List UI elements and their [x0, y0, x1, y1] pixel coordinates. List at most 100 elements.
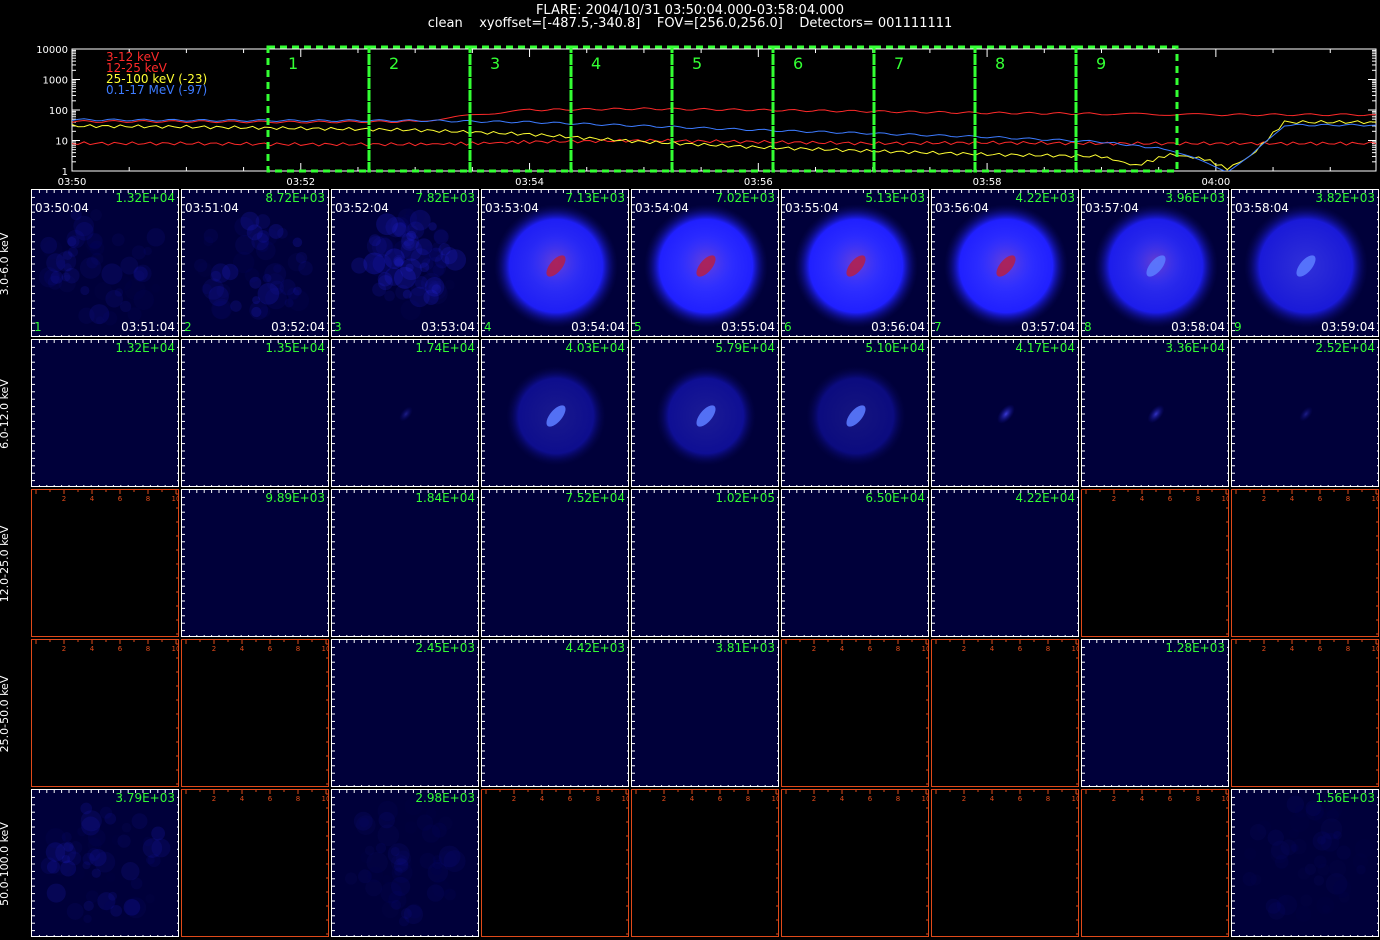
image-canvas	[182, 340, 328, 486]
image-canvas	[632, 640, 778, 786]
inset-tick-label: 10	[772, 795, 779, 803]
inset-tick-label: 2	[1112, 495, 1116, 503]
noise-blob	[110, 904, 123, 917]
image-canvas: 2 4 6 8 10	[485, 790, 628, 935]
noise-blob	[83, 900, 94, 912]
noise-blob	[1322, 905, 1330, 913]
noise-blob	[379, 235, 396, 252]
image-canvas	[1232, 790, 1378, 936]
x-tick-label: 03:58	[973, 177, 1002, 188]
image-interval-number: 3	[334, 320, 342, 334]
image-end-time: 03:51:04	[121, 320, 175, 334]
noise-blob	[1250, 874, 1261, 885]
inset-tick-label: 2	[962, 645, 966, 653]
inset-tick-label: 4	[1140, 495, 1145, 503]
y-tick-label: 1000	[43, 76, 68, 87]
image-cell: 7.02E+03 03:54:04 03:55:04 5	[631, 189, 779, 337]
inset-tick-label: 4	[240, 645, 245, 653]
interval-label: 2	[389, 54, 399, 73]
noise-blob	[147, 853, 161, 868]
image-max-value: 2.98E+03	[415, 791, 475, 805]
noise-blob	[91, 868, 101, 878]
noise-blob	[377, 801, 398, 822]
inset-tick-label: 6	[268, 645, 273, 653]
noise-blob	[426, 884, 445, 902]
interval-box	[670, 45, 775, 173]
image-canvas	[1232, 340, 1378, 486]
source-spot	[1299, 406, 1313, 422]
inset-tick-label: 2	[662, 795, 666, 803]
inset-tick-label: 8	[146, 495, 150, 503]
image-canvas	[182, 490, 328, 636]
inset-tick-label: 6	[268, 795, 273, 803]
row-label: 6.0-12.0 keV	[0, 379, 11, 449]
noise-blob	[82, 861, 91, 870]
noise-blob	[1356, 865, 1366, 875]
image-cell: 2 4 6 8 10	[1231, 489, 1379, 637]
inset-tick-label: 10	[1372, 495, 1379, 503]
noise-blob	[245, 268, 260, 283]
inset-tick-label: 8	[596, 795, 600, 803]
image-cell: 1.84E+04	[331, 489, 479, 637]
inset-tick-label: 8	[1196, 495, 1200, 503]
noise-blob	[79, 257, 102, 279]
noise-blob	[384, 267, 404, 286]
interval-label: 3	[490, 54, 500, 73]
image-cell: 2 4 6 8 10	[1081, 789, 1229, 937]
noise-blob	[67, 236, 77, 247]
inset-tick-label: 4	[90, 495, 95, 503]
noise-blob	[408, 225, 418, 235]
noise-blob	[1336, 845, 1350, 859]
inset-tick-label: 6	[1168, 495, 1173, 503]
image-canvas	[632, 490, 778, 636]
noise-blob	[1296, 906, 1312, 922]
inset-tick-label: 10	[1072, 795, 1079, 803]
noise-blob	[234, 216, 254, 237]
inset-tick-label: 4	[1290, 495, 1295, 503]
inset-tick-label: 10	[172, 645, 179, 653]
noise-blob	[1244, 848, 1256, 860]
inset-tick-label: 10	[1372, 645, 1379, 653]
interval-box	[266, 45, 371, 173]
noise-blob	[293, 286, 302, 296]
noise-blob	[364, 845, 375, 856]
noise-blob	[84, 233, 101, 250]
image-cell: 2 4 6 8 10	[931, 639, 1079, 787]
inset-tick-label: 2	[62, 645, 66, 653]
image-canvas	[1082, 340, 1228, 486]
image-canvas	[32, 340, 178, 486]
noise-blob	[256, 230, 270, 243]
image-max-value: 7.82E+03	[415, 191, 475, 205]
interval-box	[973, 45, 1078, 173]
noise-blob	[146, 228, 166, 247]
interval-label: 9	[1096, 54, 1106, 73]
x-tick-label: 03:52	[286, 177, 315, 188]
image-end-time: 03:58:04	[1171, 320, 1225, 334]
noise-blob	[121, 822, 132, 833]
image-canvas: 2 4 6 8 10	[35, 490, 178, 635]
image-start-time: 03:55:04	[785, 201, 839, 215]
image-cell: 1.02E+05	[631, 489, 779, 637]
noise-blob	[423, 246, 437, 260]
noise-blob	[46, 883, 66, 903]
noise-blob	[120, 300, 132, 313]
image-canvas: 2 4 6 8 10	[785, 640, 928, 785]
noise-blob	[88, 829, 106, 847]
source-spot	[997, 404, 1015, 424]
image-cell: 4.03E+04	[481, 339, 629, 487]
image-cell: 1.28E+03	[1081, 639, 1229, 787]
image-canvas	[482, 640, 628, 786]
interval-box	[367, 45, 472, 173]
noise-blob	[61, 832, 72, 843]
image-interval-number: 1	[34, 320, 42, 334]
noise-blob	[212, 301, 230, 319]
noise-blob	[80, 285, 90, 296]
noise-blob	[393, 256, 404, 267]
image-cell: 2 4 6 8 10	[481, 789, 629, 937]
image-interval-number: 9	[1234, 320, 1242, 334]
inset-tick-label: 2	[962, 795, 966, 803]
inset-tick-label: 6	[118, 645, 123, 653]
image-max-value: 3.96E+03	[1165, 191, 1225, 205]
image-cell: 2.45E+03	[331, 639, 479, 787]
image-canvas	[932, 340, 1078, 486]
